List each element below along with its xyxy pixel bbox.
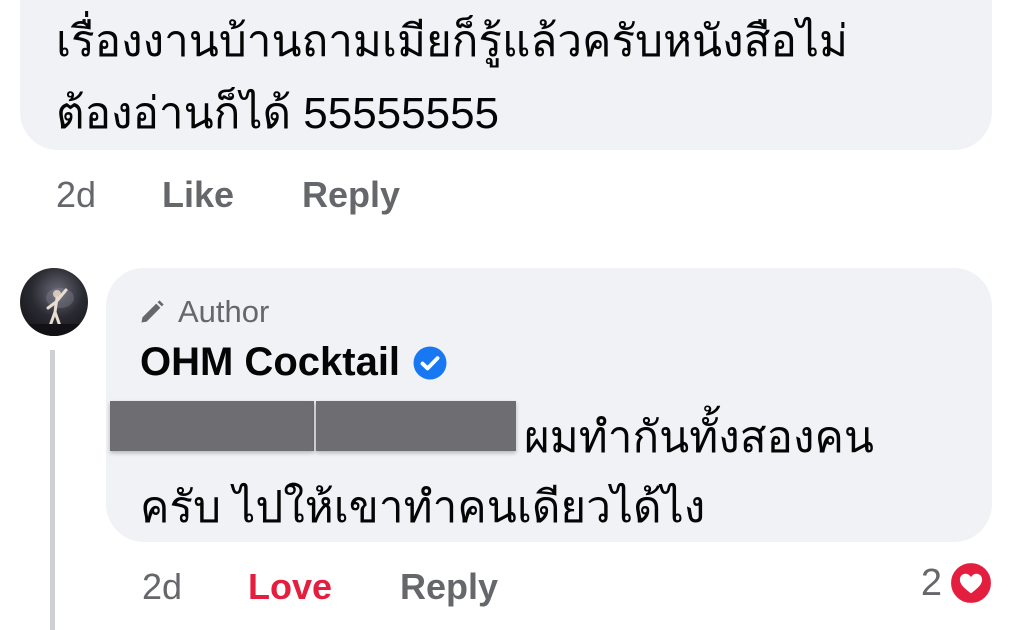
reply-comment-timestamp[interactable]: 2d [142,566,182,608]
reaction-summary[interactable]: 2 [921,560,994,606]
reply-text-line-1: ผมทำกันทั้งสองคน [524,413,874,462]
top-comment-like-button[interactable]: Like [162,174,234,216]
reaction-count: 2 [920,561,942,604]
reply-comment-love-button[interactable]: Love [248,566,332,608]
reply-text-line-2: ครับ ไปให้เขาทำคนเดียวได้ไง [140,483,706,532]
top-comment-timestamp[interactable]: 2d [56,174,96,216]
avatar-image [20,288,88,336]
avatar[interactable] [20,268,88,336]
redacted-mention-1 [110,401,314,451]
top-comment-text: เรื่องงานบ้านถามเมียก็รู้แล้วครับหนังสือ… [56,6,956,150]
author-badge-label: Author [178,294,270,329]
reply-comment-reply-button[interactable]: Reply [400,566,498,608]
reply-comment-bubble: Author OHM Cocktail ผมทำกันทั้งสองคน ครั… [106,268,992,542]
verified-badge-icon [413,346,447,379]
top-comment-bubble: เรื่องงานบ้านถามเมียก็รู้แล้วครับหนังสือ… [20,0,992,150]
top-comment-line-2: ต้องอ่านก็ได้ 55555555 [56,89,500,138]
thread-connector-line [50,350,55,630]
author-badge: Author [138,294,269,330]
love-reaction-icon [948,560,994,606]
top-comment-reply-button[interactable]: Reply [302,174,400,216]
pencil-icon [141,300,164,323]
author-name[interactable]: OHM Cocktail [140,340,400,385]
redacted-mention-2 [316,401,516,451]
top-comment-line-1: เรื่องงานบ้านถามเมียก็รู้แล้วครับหนังสือ… [56,17,849,66]
